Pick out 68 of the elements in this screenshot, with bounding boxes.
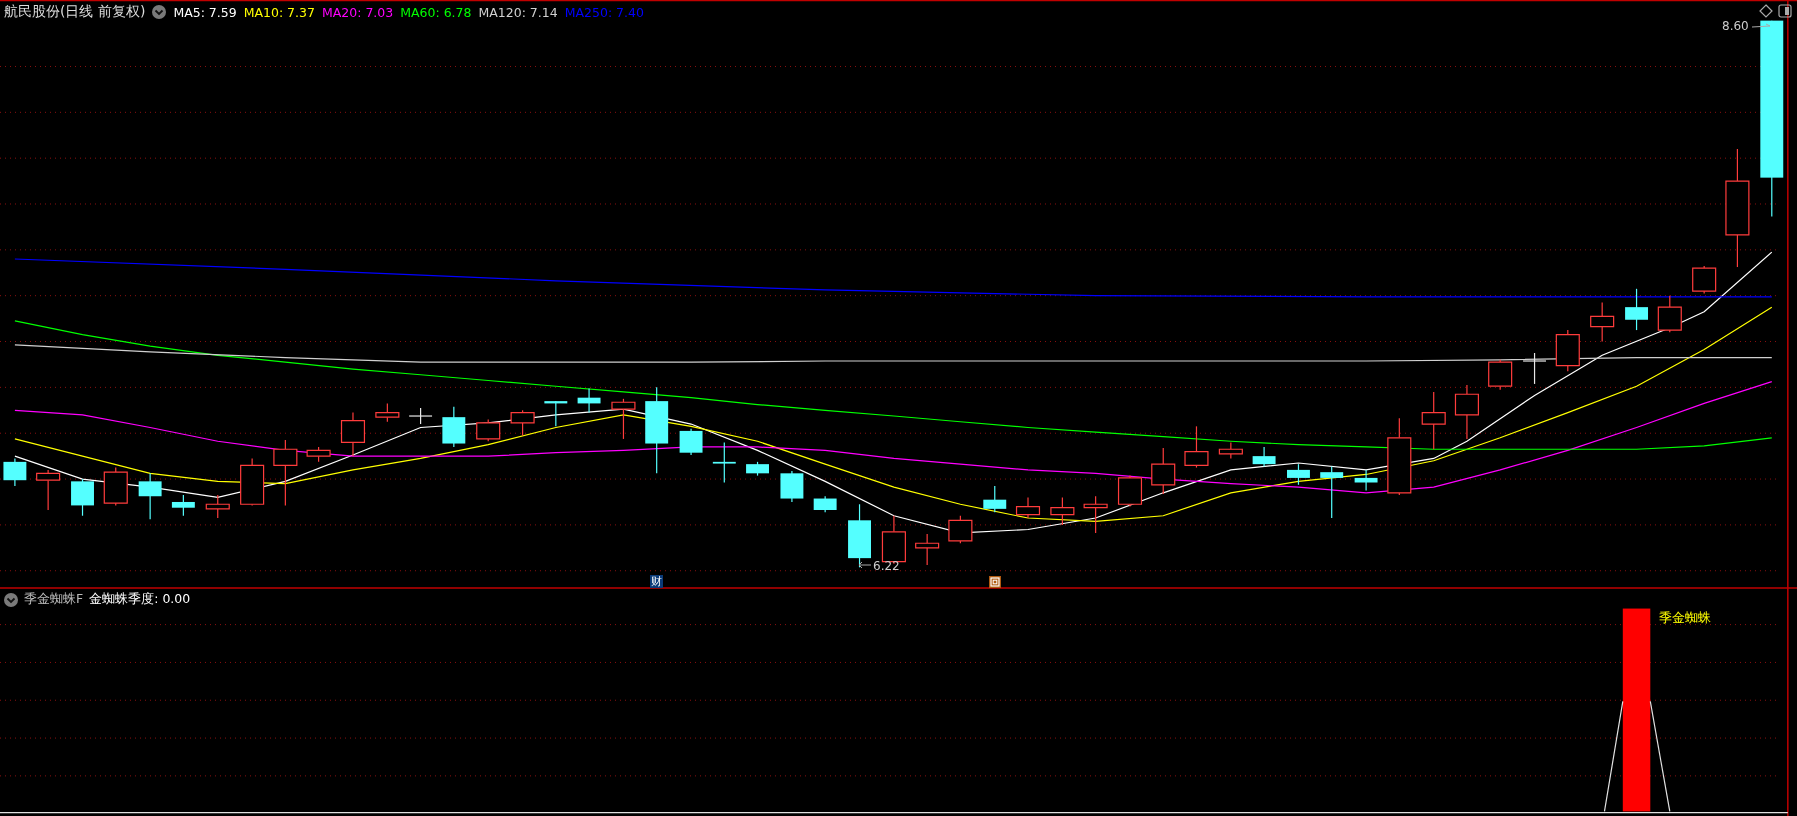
candlestick <box>712 441 736 484</box>
candlestick <box>240 457 265 507</box>
signal-label: 季金蜘蛛 <box>1659 610 1711 627</box>
candlestick <box>1252 446 1276 468</box>
indicator-reading: 金蜘蛛季度: 0.00 <box>89 591 191 608</box>
ma-legend-item: MA10: 7.37 <box>243 4 315 20</box>
candlestick <box>171 494 195 517</box>
candlestick <box>948 515 973 544</box>
candlestick <box>1625 288 1648 331</box>
candlestick <box>1083 495 1108 534</box>
candlestick <box>273 439 298 507</box>
candlestick <box>1421 391 1446 450</box>
ma-legend-item: MA250: 7.40 <box>564 4 644 20</box>
panel-toggle-icon[interactable] <box>1778 4 1792 18</box>
candlestick <box>1184 425 1209 469</box>
arrow-icon <box>858 561 872 569</box>
candlestick <box>813 495 837 513</box>
high-price-label: 8.60 <box>1722 19 1749 33</box>
candlestick <box>103 467 128 507</box>
candlestick <box>1454 384 1479 440</box>
candlestick <box>306 446 331 463</box>
candlestick <box>1488 359 1513 391</box>
candlestick <box>1015 496 1041 519</box>
candlestick <box>848 503 871 568</box>
diamond-icon[interactable] <box>1759 4 1773 18</box>
candlestick <box>780 470 804 503</box>
candlestick <box>544 400 568 427</box>
indicator-name: 季金蜘蛛F <box>24 591 84 608</box>
candlestick <box>1522 352 1547 385</box>
candlestick <box>476 418 501 442</box>
candlestick <box>679 428 703 456</box>
candlestick <box>205 494 230 519</box>
candlestick <box>408 407 433 425</box>
candlestick <box>1657 295 1682 333</box>
ma-legend-item: MA5: 7.59 <box>173 4 237 20</box>
candlestick <box>138 472 162 520</box>
candlestick <box>3 457 27 487</box>
ma-legend-item: MA60: 6.78 <box>400 4 472 20</box>
ma-legend-item: MA120: 7.14 <box>478 4 558 20</box>
chart-title: 航民股份(日线 前复权) <box>4 3 146 21</box>
leader-line <box>1752 23 1772 29</box>
candlestick <box>1117 475 1143 508</box>
candlestick <box>746 461 769 477</box>
dropdown-icon[interactable] <box>152 5 167 19</box>
candlestick <box>1287 463 1310 486</box>
candlestick <box>510 409 535 437</box>
candlestick <box>36 469 61 511</box>
candlestick <box>442 406 466 448</box>
candlestick <box>340 411 366 457</box>
candlestick <box>1050 496 1075 526</box>
ma-legend-item: MA20: 7.03 <box>321 4 394 20</box>
candlestick <box>577 387 601 414</box>
candlestick <box>1218 441 1243 460</box>
candlestick <box>1354 469 1378 492</box>
candlestick <box>915 533 940 566</box>
candlestick <box>375 402 400 423</box>
square-icon[interactable] <box>989 576 1001 588</box>
candlestick <box>1692 265 1717 294</box>
candlestick <box>983 485 1007 513</box>
low-price-label: 6.22 <box>873 559 900 573</box>
candlestick <box>611 398 636 440</box>
candlestick <box>71 478 94 517</box>
candlestick <box>1151 447 1176 495</box>
candlestick <box>1590 301 1615 343</box>
finance-badge[interactable]: 财 <box>650 575 663 588</box>
candlestick <box>1320 465 1344 519</box>
dropdown-icon[interactable] <box>4 592 18 607</box>
candlestick <box>1555 329 1580 372</box>
